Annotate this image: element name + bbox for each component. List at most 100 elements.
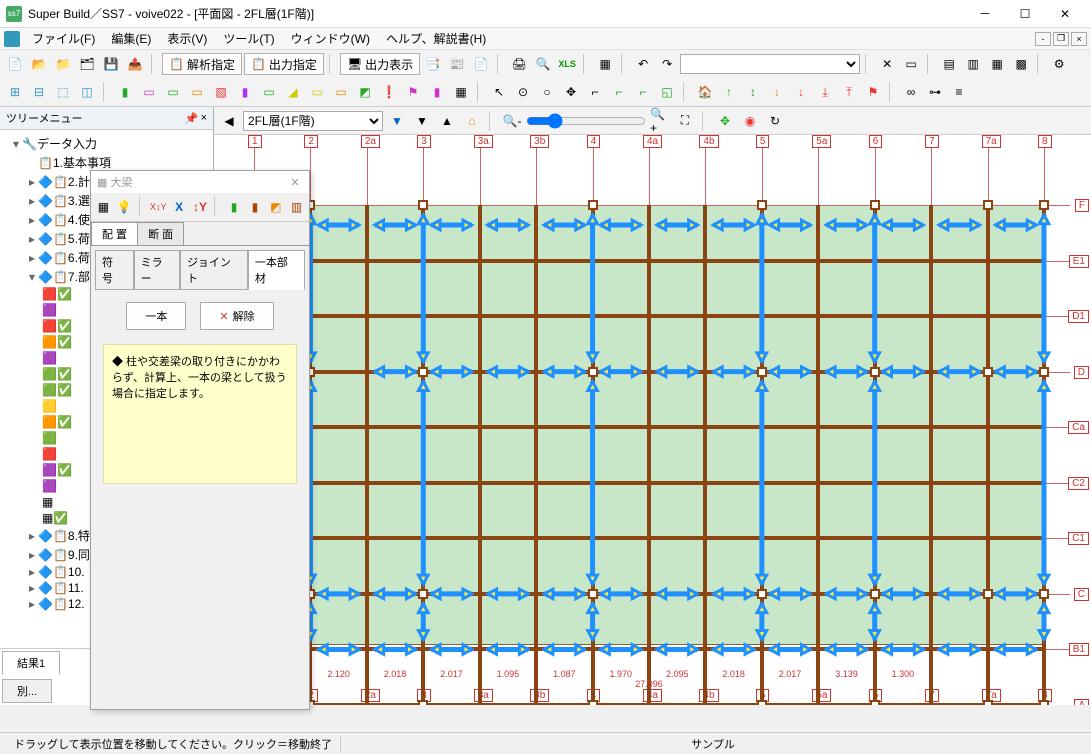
- rotate-icon[interactable]: ↻: [764, 110, 786, 132]
- palette-subtab-joint[interactable]: ジョイント: [180, 250, 248, 290]
- beam-palette[interactable]: ▦ 大梁✕ ▦ 💡 X↕Y X ↕Y ▮ ▮ ◩ ▥ 配 置 断 面 符 号 ミ…: [90, 170, 310, 710]
- rect-yel-icon[interactable]: ◢: [282, 81, 304, 103]
- corner3-icon[interactable]: ⌐: [632, 81, 654, 103]
- opt-icon[interactable]: ⚙: [1048, 53, 1070, 75]
- undo-icon[interactable]: ↶: [632, 53, 654, 75]
- doc3-icon[interactable]: 📄: [470, 53, 492, 75]
- cursor-icon[interactable]: ↖: [488, 81, 510, 103]
- zoom-out-icon[interactable]: 🔍-: [501, 110, 523, 132]
- menu-tool[interactable]: ツール(T): [215, 28, 282, 49]
- floor-home-icon[interactable]: ⌂: [461, 110, 483, 132]
- rect-yel2-icon[interactable]: ▭: [306, 81, 328, 103]
- flag-mag-icon[interactable]: ⚑: [402, 81, 424, 103]
- rect-mag-icon[interactable]: ▭: [138, 81, 160, 103]
- pal-xy-icon[interactable]: X↕Y: [149, 196, 168, 218]
- link-icon[interactable]: ∞: [900, 81, 922, 103]
- menu-edit[interactable]: 編集(E): [103, 28, 159, 49]
- drawing-canvas[interactable]: 11222a2a333a3a3b3b444a4a4b4b555a5a66777a…: [214, 135, 1091, 705]
- pal-help-icon[interactable]: 💡: [115, 196, 134, 218]
- rect-org2-icon[interactable]: ▭: [330, 81, 352, 103]
- view-elev-icon[interactable]: ⊟: [28, 81, 50, 103]
- rect-pur-icon[interactable]: ▮: [234, 81, 256, 103]
- pal-g2-icon[interactable]: ▮: [245, 196, 264, 218]
- pal-grid-icon[interactable]: ▦: [94, 196, 113, 218]
- pal-g4-icon[interactable]: ▥: [287, 196, 306, 218]
- win1-icon[interactable]: ▤: [938, 53, 960, 75]
- view-3d-icon[interactable]: ⬚: [52, 81, 74, 103]
- home-icon[interactable]: 🏠: [694, 81, 716, 103]
- pal-g3-icon[interactable]: ◩: [266, 196, 285, 218]
- floor-combo[interactable]: 2FL層(1F階): [243, 111, 383, 131]
- center-icon[interactable]: ◉: [739, 110, 761, 132]
- print-icon[interactable]: 🖨: [508, 53, 530, 75]
- corner2-icon[interactable]: ⌐: [608, 81, 630, 103]
- menu-window[interactable]: ウィンドウ(W): [283, 28, 378, 49]
- win3-icon[interactable]: ▦: [986, 53, 1008, 75]
- analysis-settings-button[interactable]: 📋解析指定: [162, 53, 242, 75]
- red-dn2-icon[interactable]: ⤓: [814, 81, 836, 103]
- palette-subtab-mark[interactable]: 符 号: [95, 250, 134, 290]
- history-combo[interactable]: [680, 54, 860, 74]
- maximize-button[interactable]: ☐: [1005, 0, 1045, 28]
- link3-icon[interactable]: ≡: [948, 81, 970, 103]
- mid-icon[interactable]: ↕: [742, 81, 764, 103]
- corner-icon[interactable]: ⌐: [584, 81, 606, 103]
- rect-mag2-icon[interactable]: ▮: [426, 81, 448, 103]
- floor-up-icon[interactable]: ▲: [436, 110, 458, 132]
- floor-filter-icon[interactable]: ▼: [386, 110, 408, 132]
- release-button[interactable]: ✕解除: [200, 302, 273, 330]
- pal-y-icon[interactable]: ↕Y: [191, 196, 210, 218]
- view-persp-icon[interactable]: ◫: [76, 81, 98, 103]
- pal-x-icon[interactable]: X: [170, 196, 189, 218]
- red-up-icon[interactable]: ⤒: [838, 81, 860, 103]
- tree-root[interactable]: ▾🔧 データ入力: [2, 134, 211, 153]
- doc1-icon[interactable]: 📑: [422, 53, 444, 75]
- win2-icon[interactable]: ▥: [962, 53, 984, 75]
- menu-view[interactable]: 表示(V): [159, 28, 215, 49]
- layers-icon[interactable]: ▦: [594, 53, 616, 75]
- doc2-icon[interactable]: 📰: [446, 53, 468, 75]
- mdi-minimize[interactable]: -: [1035, 32, 1051, 46]
- new-icon[interactable]: 📄: [4, 53, 26, 75]
- win4-icon[interactable]: ▩: [1010, 53, 1032, 75]
- mdi-restore[interactable]: ❐: [1053, 32, 1069, 46]
- palette-tab-section[interactable]: 断 面: [137, 222, 184, 245]
- del-icon[interactable]: ✕: [876, 53, 898, 75]
- rect-green-icon[interactable]: ▮: [114, 81, 136, 103]
- flag-red-icon[interactable]: ⚑: [862, 81, 884, 103]
- rect-org-icon[interactable]: ▭: [186, 81, 208, 103]
- dn-icon[interactable]: ↓: [766, 81, 788, 103]
- pan-icon[interactable]: ✥: [714, 110, 736, 132]
- preview-icon[interactable]: 🔍: [532, 53, 554, 75]
- export-icon[interactable]: 📤: [124, 53, 146, 75]
- palette-subtab-single[interactable]: 一本部材: [248, 250, 305, 290]
- output-settings-button[interactable]: 📋出力指定: [244, 53, 324, 75]
- grid-icon[interactable]: ▦: [450, 81, 472, 103]
- rect-grn2-icon[interactable]: ▭: [162, 81, 184, 103]
- sel-icon[interactable]: ▭: [900, 53, 922, 75]
- mdi-close[interactable]: ×: [1071, 32, 1087, 46]
- palette-tab-layout[interactable]: 配 置: [91, 222, 138, 245]
- zoom-in-icon[interactable]: 🔍+: [649, 110, 671, 132]
- move-icon[interactable]: ✥: [560, 81, 582, 103]
- rect-grnb-icon[interactable]: ▭: [258, 81, 280, 103]
- corner4-icon[interactable]: ◱: [656, 81, 678, 103]
- menu-file[interactable]: ファイル(F): [24, 28, 103, 49]
- tree-close-icon[interactable]: ×: [201, 112, 207, 124]
- xls-icon[interactable]: XLS: [556, 53, 578, 75]
- rect-red-icon[interactable]: ▧: [210, 81, 232, 103]
- single-button[interactable]: 一本: [126, 302, 186, 330]
- palette-subtab-mirror[interactable]: ミラー: [134, 250, 180, 290]
- save-icon[interactable]: 💾: [100, 53, 122, 75]
- palette-close-icon[interactable]: ✕: [287, 176, 303, 189]
- open-icon[interactable]: 📂: [28, 53, 50, 75]
- floor-prev-icon[interactable]: ◀: [218, 110, 240, 132]
- view-plan-icon[interactable]: ⊞: [4, 81, 26, 103]
- open3-icon[interactable]: 🗂: [76, 53, 98, 75]
- link2-icon[interactable]: ⊶: [924, 81, 946, 103]
- minimize-button[interactable]: －: [965, 0, 1005, 28]
- redo-icon[interactable]: ↷: [656, 53, 678, 75]
- snap-icon[interactable]: ⊙: [512, 81, 534, 103]
- circle-icon[interactable]: ○: [536, 81, 558, 103]
- output-view-button[interactable]: 🖥出力表示: [340, 53, 420, 75]
